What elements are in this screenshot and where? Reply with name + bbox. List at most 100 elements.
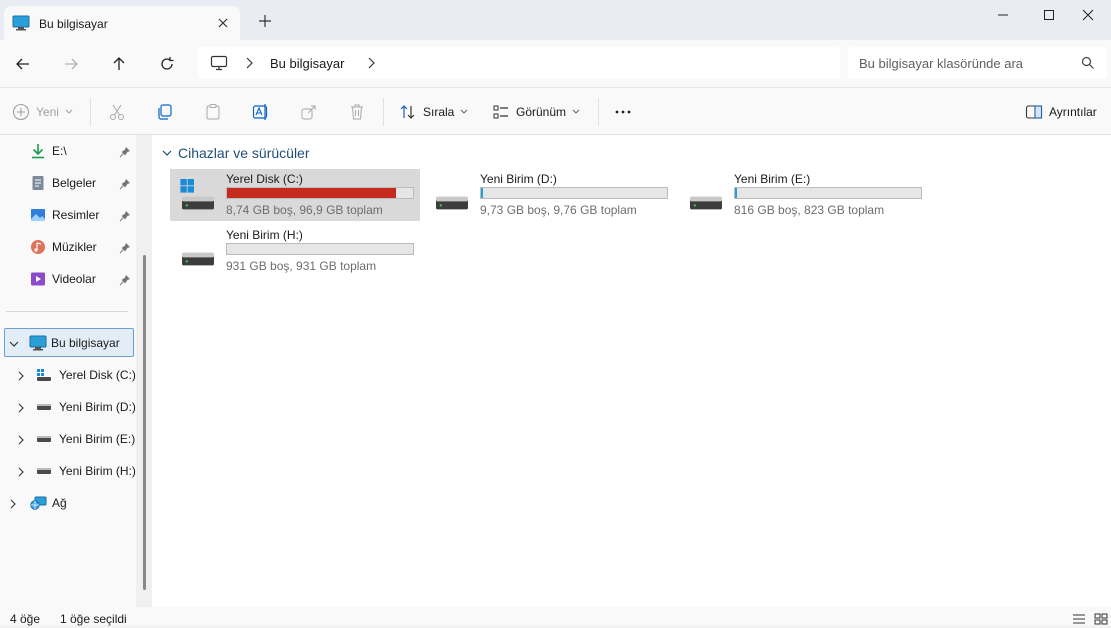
drive-icon: [684, 179, 728, 214]
drive-icon: [430, 179, 474, 214]
tiles-view-icon[interactable]: [1094, 613, 1108, 625]
paste-icon: [206, 104, 220, 120]
chevron-right-icon[interactable]: [16, 434, 26, 445]
rename-button[interactable]: [252, 88, 270, 136]
pin-icon[interactable]: [119, 274, 131, 286]
up-button[interactable]: [108, 53, 130, 75]
chevron-down-icon: [65, 109, 73, 114]
sidebar-item-label: Müzikler: [52, 240, 97, 254]
sort-button[interactable]: Sırala: [399, 88, 468, 136]
refresh-button[interactable]: [156, 53, 178, 75]
close-icon: [1082, 9, 1094, 21]
new-button[interactable]: Yeni: [12, 88, 73, 136]
minimize-button[interactable]: [980, 0, 1026, 30]
item-count: 4 öğe: [10, 612, 41, 626]
delete-button[interactable]: [348, 88, 366, 136]
computer-icon: [12, 15, 30, 34]
computer-outline-icon: [210, 55, 228, 74]
sidebar-item-label: Yeni Birim (D:): [59, 400, 136, 414]
sidebar-item-drive-c[interactable]: Yerel Disk (C:): [36, 365, 136, 385]
sidebar-item-drive-e[interactable]: Yeni Birim (E:): [36, 429, 135, 449]
file-list[interactable]: Cihazlar ve sürücüler Yerel Disk (C:) 8,…: [152, 135, 1111, 607]
drive-tile-c[interactable]: Yerel Disk (C:) 8,74 GB boş, 96,9 GB top…: [170, 169, 420, 221]
chevron-right-icon[interactable]: [16, 466, 26, 477]
address-bar[interactable]: Bu bilgisayar: [198, 47, 840, 79]
chevron-right-icon[interactable]: [16, 402, 26, 413]
search-icon[interactable]: [1081, 56, 1095, 73]
capacity-bar: [734, 187, 922, 199]
download-icon: [32, 144, 44, 159]
sidebar-item-drive-d[interactable]: Yeni Birim (D:): [36, 397, 136, 417]
chevron-down-icon: [572, 109, 580, 114]
chevron-right-icon[interactable]: [8, 498, 18, 509]
chevron-right-icon[interactable]: [366, 56, 376, 73]
view-label: Görünüm: [516, 105, 567, 119]
capacity-fill: [735, 188, 737, 198]
sidebar-item-e-drive[interactable]: E:\: [30, 141, 67, 161]
pin-icon[interactable]: [119, 178, 131, 190]
scissors-icon: [110, 104, 124, 120]
network-icon: [30, 496, 47, 510]
paste-button[interactable]: [204, 88, 222, 136]
cut-button[interactable]: [108, 88, 126, 136]
pin-icon[interactable]: [119, 146, 131, 158]
video-icon: [31, 272, 45, 286]
tab-this-pc[interactable]: Bu bilgisayar: [4, 6, 240, 40]
up-icon: [113, 57, 125, 70]
sidebar-item-this-pc[interactable]: Bu bilgisayar: [4, 328, 134, 357]
details-pane-button[interactable]: Ayrıntılar: [1025, 88, 1097, 136]
drive-icon: [176, 235, 220, 270]
more-options-button[interactable]: [614, 88, 632, 136]
divider: [383, 98, 384, 126]
search-placeholder: Bu bilgisayar klasöründe ara: [859, 56, 1024, 71]
sort-label: Sırala: [423, 105, 455, 119]
plus-icon[interactable]: [256, 12, 274, 30]
group-header[interactable]: Cihazlar ve sürücüler: [162, 145, 310, 161]
chevron-down-icon[interactable]: [9, 338, 19, 348]
drive-tile-d[interactable]: Yeni Birim (D:) 9,73 GB boş, 9,76 GB top…: [424, 169, 674, 221]
details-pane-icon: [1025, 105, 1043, 119]
drive-name: Yeni Birim (E:): [734, 172, 811, 186]
sidebar-item-documents[interactable]: Belgeler: [30, 173, 96, 193]
drive-name: Yeni Birim (D:): [480, 172, 557, 186]
chevron-down-icon: [162, 150, 172, 156]
pictures-icon: [31, 209, 45, 221]
drive-tile-h[interactable]: Yeni Birim (H:) 931 GB boş, 931 GB topla…: [170, 225, 420, 277]
close-window-button[interactable]: [1065, 0, 1111, 30]
pin-icon[interactable]: [119, 210, 131, 222]
computer-icon: [29, 335, 47, 354]
sidebar-item-label: E:\: [52, 144, 67, 158]
view-button[interactable]: Görünüm: [492, 88, 580, 136]
forward-icon: [65, 58, 78, 70]
tab-title: Bu bilgisayar: [39, 17, 108, 31]
view-layout-icon: [493, 105, 508, 119]
sidebar-item-music[interactable]: Müzikler: [30, 237, 97, 257]
forward-button[interactable]: [60, 53, 82, 75]
pin-icon[interactable]: [119, 242, 131, 254]
drive-icon: [37, 404, 51, 410]
status-bar: 4 öğe 1 öğe seçildi: [0, 607, 1111, 626]
sidebar-item-label: Yeni Birim (E:): [59, 432, 136, 446]
chevron-right-icon[interactable]: [244, 56, 254, 73]
command-bar: Yeni Sırala Görünüm Ayrıntılar: [0, 87, 1111, 135]
sort-icon: [400, 105, 415, 119]
back-button[interactable]: [12, 53, 34, 75]
chevron-right-icon[interactable]: [16, 370, 26, 381]
sidebar-item-label: Belgeler: [52, 176, 97, 190]
sidebar-scrollbar[interactable]: [136, 135, 152, 607]
scrollbar-thumb[interactable]: [143, 255, 146, 590]
sidebar-item-network[interactable]: Ağ: [30, 493, 67, 513]
sidebar-item-pictures[interactable]: Resimler: [30, 205, 99, 225]
sidebar-item-drive-h[interactable]: Yeni Birim (H:): [36, 461, 136, 481]
windows-drive-icon: [176, 179, 220, 214]
close-tab-icon[interactable]: [216, 16, 230, 30]
plus-circle-icon: [12, 103, 30, 121]
breadcrumb[interactable]: Bu bilgisayar: [270, 56, 344, 71]
sidebar-item-videos[interactable]: Videolar: [30, 269, 96, 289]
search-input[interactable]: Bu bilgisayar klasöründe ara: [848, 47, 1107, 79]
share-button[interactable]: [300, 88, 318, 136]
copy-button[interactable]: [156, 88, 174, 136]
refresh-icon: [161, 57, 174, 70]
details-view-icon[interactable]: [1072, 613, 1086, 625]
drive-tile-e[interactable]: Yeni Birim (E:) 816 GB boş, 823 GB topla…: [678, 169, 928, 221]
